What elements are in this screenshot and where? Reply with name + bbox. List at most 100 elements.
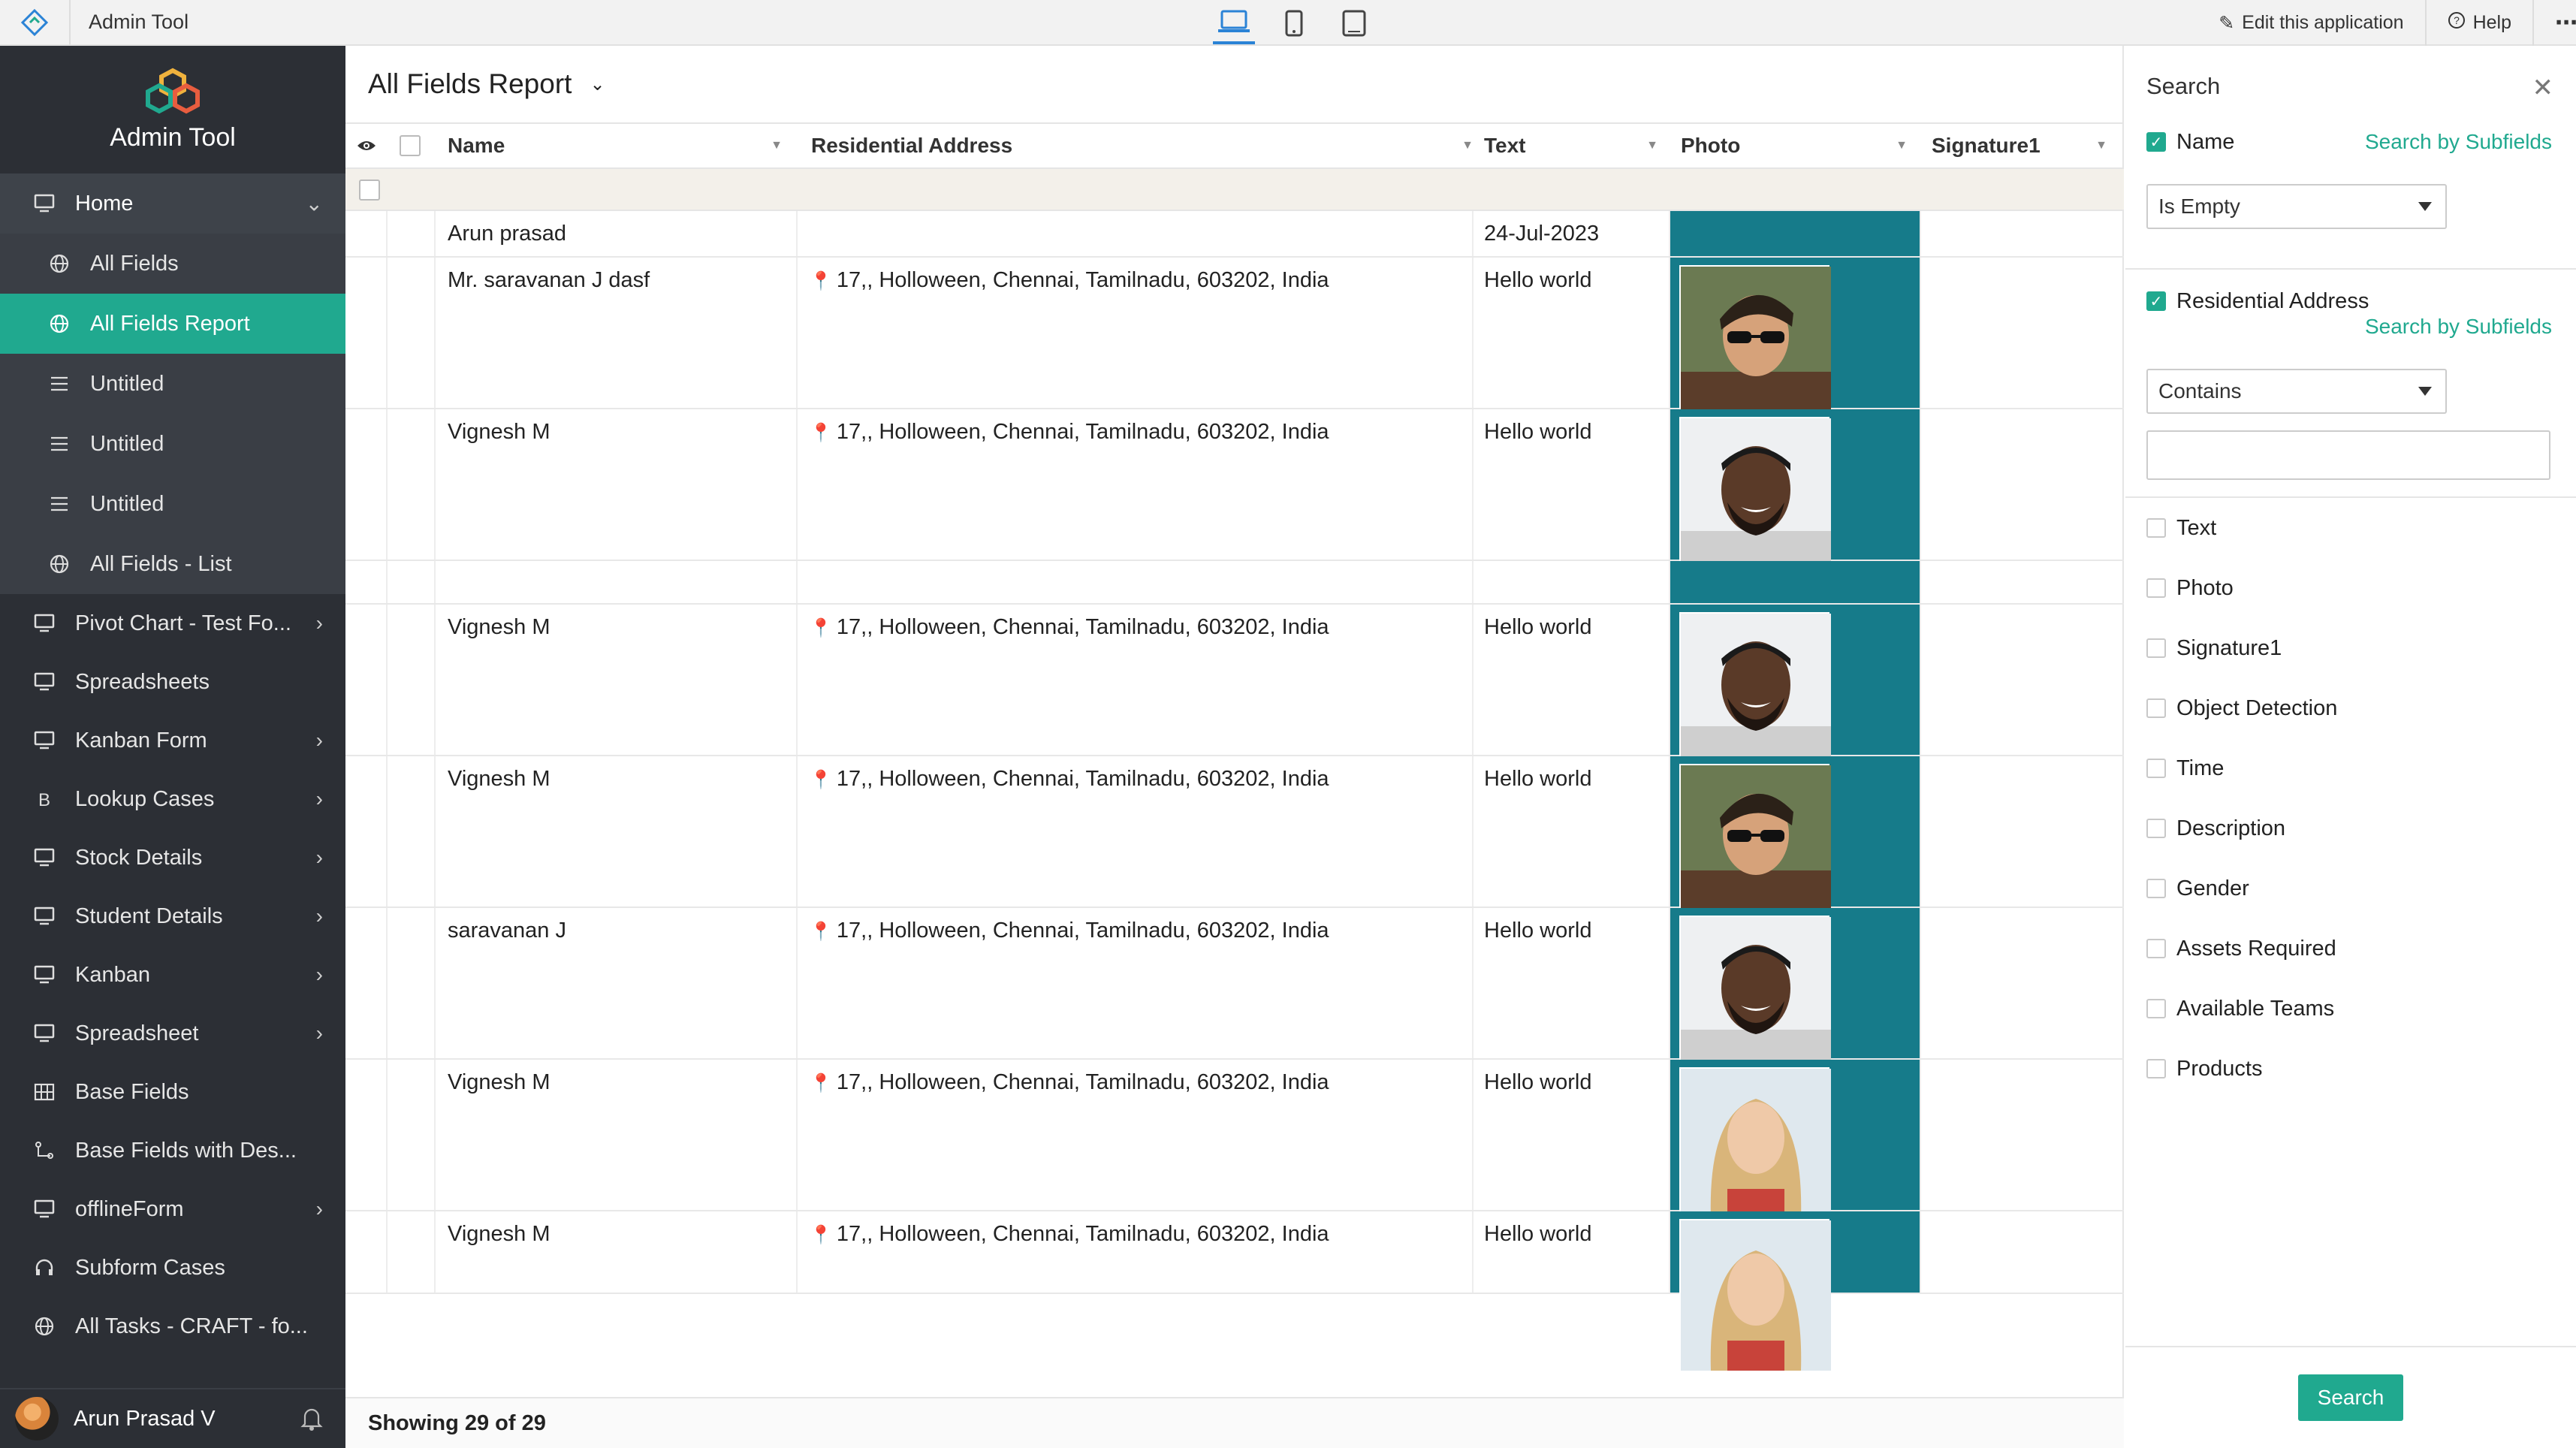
address-cell: 📍 17,, Holloween, Chennai, Tamilnadu, 603… xyxy=(810,258,1470,408)
column-header-address[interactable]: Residential Address ▼ xyxy=(811,124,1484,167)
column-header-photo[interactable]: Photo ▼ xyxy=(1681,124,1918,167)
grid-header: Name ▼ Residential Address ▼ Text ▼ Phot… xyxy=(345,122,2124,169)
table-row[interactable]: Mr. saravanan J dasf 📍 17,, Holloween, Che… xyxy=(345,258,2124,417)
sidebar-item-home[interactable]: Home ⌄ xyxy=(0,173,345,234)
sidebar-item-untitled[interactable]: Untitled xyxy=(0,414,345,474)
close-icon[interactable]: ✕ xyxy=(2532,73,2554,103)
sort-caret-icon[interactable]: ▼ xyxy=(2095,139,2107,152)
row-checkbox[interactable] xyxy=(359,179,380,201)
sidebar-item[interactable]: Kanban › xyxy=(0,946,345,1004)
address-search-input[interactable] xyxy=(2146,430,2550,480)
search-button[interactable]: Search xyxy=(2298,1374,2403,1421)
eye-icon[interactable] xyxy=(356,124,382,167)
mobile-view-icon[interactable] xyxy=(1273,2,1315,44)
chevron-down-icon: ⌄ xyxy=(305,192,323,216)
table-row[interactable]: Vignesh M 📍 17,, Holloween, Chennai, Tamil… xyxy=(345,1211,2124,1371)
search-field-option[interactable]: Products xyxy=(2125,1039,2576,1099)
sort-caret-icon[interactable]: ▼ xyxy=(771,139,783,152)
svg-text:?: ? xyxy=(2454,14,2460,26)
address-search-subfields-link[interactable]: Search by Subfields xyxy=(2365,315,2552,339)
checkbox-icon xyxy=(2146,698,2166,718)
address-filter-toggle[interactable]: ✓ Residential Address xyxy=(2146,286,2369,316)
search-field-option[interactable]: Assets Required xyxy=(2125,919,2576,979)
location-pin-icon: 📍 xyxy=(810,271,832,291)
sidebar-item[interactable]: Stock Details › xyxy=(0,828,345,887)
user-profile[interactable]: Arun Prasad V xyxy=(0,1388,345,1448)
sort-caret-icon[interactable]: ▼ xyxy=(1646,139,1658,152)
search-panel-footer: Search xyxy=(2125,1346,2576,1448)
checkbox-icon xyxy=(2146,939,2166,958)
sidebar-item[interactable]: Kanban Form › xyxy=(0,711,345,770)
help-button[interactable]: ? Help xyxy=(2424,0,2532,46)
table-row[interactable]: saravanan J 📍 17,, Holloween, Chennai, Tam… xyxy=(345,908,2124,1067)
photo-thumbnail[interactable] xyxy=(1679,265,1831,417)
column-header-name[interactable]: Name ▼ xyxy=(448,124,793,167)
sidebar-item[interactable]: Spreadsheets xyxy=(0,653,345,711)
location-pin-icon: 📍 xyxy=(810,423,832,443)
search-field-option[interactable]: Gender xyxy=(2125,858,2576,919)
search-field-option[interactable]: Available Teams xyxy=(2125,979,2576,1039)
app-logo-icon[interactable] xyxy=(0,0,71,45)
sidebar-item-all-fields-report[interactable]: All Fields Report xyxy=(0,294,345,354)
search-field-option[interactable]: Time xyxy=(2125,738,2576,798)
select-all-checkbox[interactable] xyxy=(400,124,421,167)
sidebar-item[interactable]: Base Fields with Des... xyxy=(0,1121,345,1180)
address-text: 17,, Holloween, Chennai, Tamilnadu, 6032… xyxy=(836,268,1329,292)
table-row[interactable]: Vignesh M 📍 17,, Holloween, Chennai, Tamil… xyxy=(345,1060,2124,1219)
headset-icon xyxy=(33,1256,56,1279)
field-option-label: Time xyxy=(2176,756,2225,780)
sidebar-item[interactable]: Student Details › xyxy=(0,887,345,946)
report-rows: Arun prasad 24-Jul-2023 Mr. saravanan J da… xyxy=(345,211,2124,1371)
address-operator-select[interactable]: Contains xyxy=(2146,369,2447,414)
column-header-text[interactable]: Text ▼ xyxy=(1484,124,1669,167)
letter-b-icon: B xyxy=(33,788,56,810)
bell-icon[interactable] xyxy=(300,1406,323,1437)
name-search-subfields-link[interactable]: Search by Subfields xyxy=(2365,130,2552,154)
column-header-signature[interactable]: Signature1 ▼ xyxy=(1932,124,2118,167)
table-row[interactable] xyxy=(345,561,2124,605)
sidebar-item-all-fields-list[interactable]: All Fields - List xyxy=(0,534,345,594)
photo-thumbnail[interactable] xyxy=(1679,1219,1831,1371)
name-filter-toggle[interactable]: ✓ Name xyxy=(2146,127,2234,157)
sidebar-item-untitled[interactable]: Untitled xyxy=(0,354,345,414)
sort-caret-icon[interactable]: ▼ xyxy=(1461,139,1474,152)
chevron-down-icon[interactable]: ⌄ xyxy=(590,74,605,95)
photo-thumbnail[interactable] xyxy=(1679,612,1831,764)
sidebar-item[interactable]: Spreadsheet › xyxy=(0,1004,345,1063)
search-field-option[interactable]: Signature1 xyxy=(2125,618,2576,678)
sidebar-item[interactable]: Pivot Chart - Test Fo... › xyxy=(0,594,345,653)
search-field-option[interactable]: Text xyxy=(2125,498,2576,558)
sidebar-item-label: Student Details xyxy=(75,903,223,928)
edit-application-button[interactable]: ✎ Edit this application xyxy=(2197,0,2424,46)
search-field-option[interactable]: Object Detection xyxy=(2125,678,2576,738)
photo-thumbnail[interactable] xyxy=(1679,417,1831,569)
sidebar-item[interactable]: Base Fields xyxy=(0,1063,345,1121)
search-field-option[interactable]: Description xyxy=(2125,798,2576,858)
name-cell xyxy=(448,561,793,603)
photo-thumbnail[interactable] xyxy=(1679,764,1831,916)
photo-thumbnail[interactable] xyxy=(1679,916,1831,1067)
globe-icon xyxy=(33,1315,56,1338)
more-options-icon[interactable]: ⋯ xyxy=(2532,0,2576,46)
field-option-label: Description xyxy=(2176,816,2286,840)
laptop-view-icon[interactable] xyxy=(1213,2,1255,44)
sidebar-item[interactable]: B Lookup Cases › xyxy=(0,770,345,828)
sidebar-item-all-fields[interactable]: All Fields xyxy=(0,234,345,294)
search-field-option[interactable]: Photo xyxy=(2125,558,2576,618)
sidebar-item[interactable]: offlineForm › xyxy=(0,1180,345,1238)
table-row[interactable]: Vignesh M 📍 17,, Holloween, Chennai, Tamil… xyxy=(345,409,2124,569)
sidebar-item-untitled[interactable]: Untitled xyxy=(0,474,345,534)
address-cell: 📍 17,, Holloween, Chennai, Tamilnadu, 603… xyxy=(810,756,1470,907)
table-row[interactable]: Vignesh M 📍 17,, Holloween, Chennai, Tamil… xyxy=(345,605,2124,764)
address-text: 17,, Holloween, Chennai, Tamilnadu, 6032… xyxy=(836,919,1329,943)
table-row[interactable]: Vignesh M 📍 17,, Holloween, Chennai, Tamil… xyxy=(345,756,2124,916)
tablet-view-icon[interactable] xyxy=(1333,2,1375,44)
photo-thumbnail[interactable] xyxy=(1679,1067,1831,1219)
sidebar-item-label: All Tasks - CRAFT - fo... xyxy=(75,1314,308,1338)
sort-caret-icon[interactable]: ▼ xyxy=(1896,139,1908,152)
brand: Admin Tool xyxy=(0,46,345,173)
table-row[interactable]: Arun prasad 24-Jul-2023 xyxy=(345,211,2124,258)
name-operator-select[interactable]: Is Empty xyxy=(2146,184,2447,229)
sidebar-item[interactable]: Subform Cases xyxy=(0,1238,345,1297)
sidebar-item[interactable]: All Tasks - CRAFT - fo... xyxy=(0,1297,345,1356)
